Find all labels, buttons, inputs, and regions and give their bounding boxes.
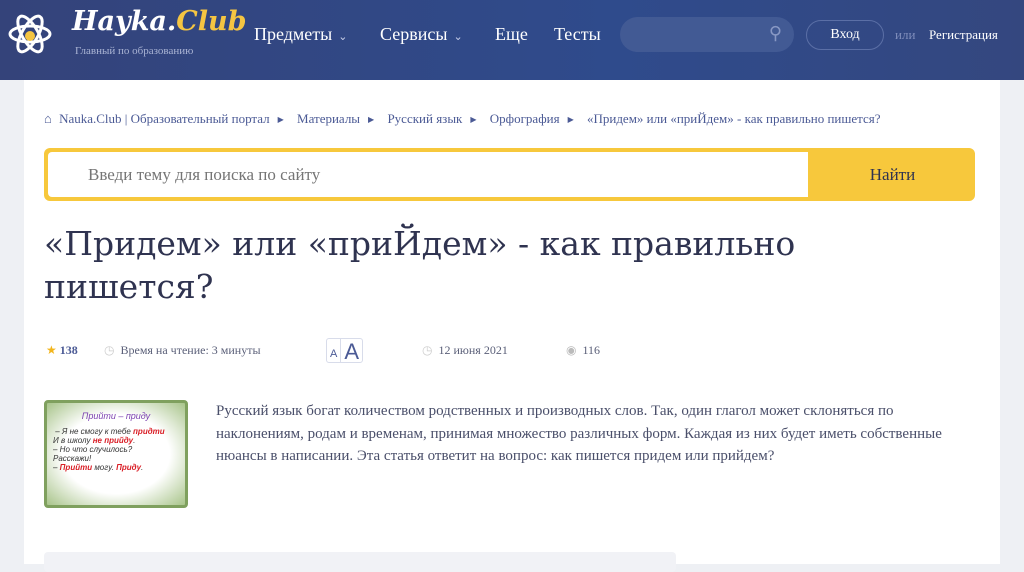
- tagline: Главный по образованию: [75, 45, 194, 57]
- views: ◉ 116: [566, 343, 600, 358]
- atom-logo-icon[interactable]: [8, 12, 52, 56]
- reading-time: ◷ Время на чтение: 3 минуты: [104, 343, 261, 358]
- logo-main: Hayka.: [72, 6, 177, 37]
- article-image: Прийти – приду – Я не смогу к тебе придт…: [44, 400, 188, 508]
- clock-icon: ◷: [104, 343, 115, 357]
- nav-more[interactable]: Еще: [495, 24, 528, 45]
- page-title: «Придем» или «приЙдем» - как правильно п…: [44, 224, 796, 306]
- image-line: – Я не смогу к тебе придти: [55, 427, 165, 436]
- search-button[interactable]: Найти: [810, 148, 975, 201]
- image-line: – Прийти могу. Приду.: [53, 463, 144, 472]
- clock-icon: ◷: [422, 343, 433, 357]
- image-line: Расскажи!: [53, 454, 92, 463]
- views-count: 116: [582, 343, 601, 357]
- image-line: И в школу не прийду.: [53, 436, 136, 445]
- register-link[interactable]: Регистрация: [929, 27, 998, 43]
- star-icon: ★: [46, 343, 57, 357]
- image-line: – Но что случилось?: [53, 445, 133, 454]
- breadcrumb-current: «Придем» или «приЙдем» - как правильно п…: [586, 111, 881, 126]
- nav-services[interactable]: Сервисы ⌄: [380, 24, 463, 45]
- caret-icon: ▶: [277, 115, 284, 124]
- nav-label: Предметы: [254, 24, 333, 44]
- site-search: Найти: [44, 148, 975, 201]
- breadcrumb: ⌂ Nauka.Club | Образовательный портал ▶ М…: [44, 111, 889, 127]
- breadcrumb-russian[interactable]: Русский язык: [387, 111, 462, 126]
- nav-label: Сервисы: [380, 24, 448, 44]
- site-header: Hayka.Club Главный по образованию Предме…: [0, 0, 1024, 80]
- caret-icon: ▶: [567, 115, 574, 124]
- font-larger-button[interactable]: A: [340, 339, 362, 364]
- breadcrumb-orthography[interactable]: Орфография: [490, 111, 560, 126]
- search-icon[interactable]: ⚲: [769, 23, 782, 44]
- content-block: [44, 552, 676, 572]
- header-search-input[interactable]: ⚲: [620, 17, 794, 52]
- login-button[interactable]: Вход: [806, 20, 884, 50]
- reading-time-text: Время на чтение: 3 минуты: [120, 343, 261, 357]
- font-smaller-button[interactable]: A: [327, 339, 340, 362]
- rating[interactable]: ★ 138: [46, 343, 78, 358]
- nav-tests[interactable]: Тесты: [554, 24, 601, 45]
- logo-accent: Club: [176, 6, 247, 37]
- breadcrumb-home[interactable]: Nauka.Club | Образовательный портал: [59, 111, 270, 126]
- logo[interactable]: Hayka.Club: [72, 6, 247, 37]
- breadcrumb-materials[interactable]: Материалы: [297, 111, 360, 126]
- font-size-control: A A: [326, 338, 364, 364]
- chevron-down-icon: ⌄: [453, 31, 463, 43]
- date: ◷ 12 июня 2021: [422, 343, 508, 358]
- article-intro: Русский язык богат количеством родственн…: [216, 403, 942, 464]
- rating-value: 138: [59, 343, 78, 357]
- caret-icon: ▶: [470, 115, 477, 124]
- image-title: Прийти – приду: [81, 411, 151, 421]
- or-text: или: [895, 27, 916, 42]
- nav-subjects[interactable]: Предметы ⌄: [254, 24, 347, 45]
- eye-icon: ◉: [566, 343, 577, 357]
- date-text: 12 июня 2021: [438, 343, 508, 357]
- site-search-input[interactable]: [48, 152, 808, 197]
- chevron-down-icon: ⌄: [338, 31, 348, 43]
- home-icon: ⌂: [44, 111, 52, 126]
- caret-icon: ▶: [368, 115, 375, 124]
